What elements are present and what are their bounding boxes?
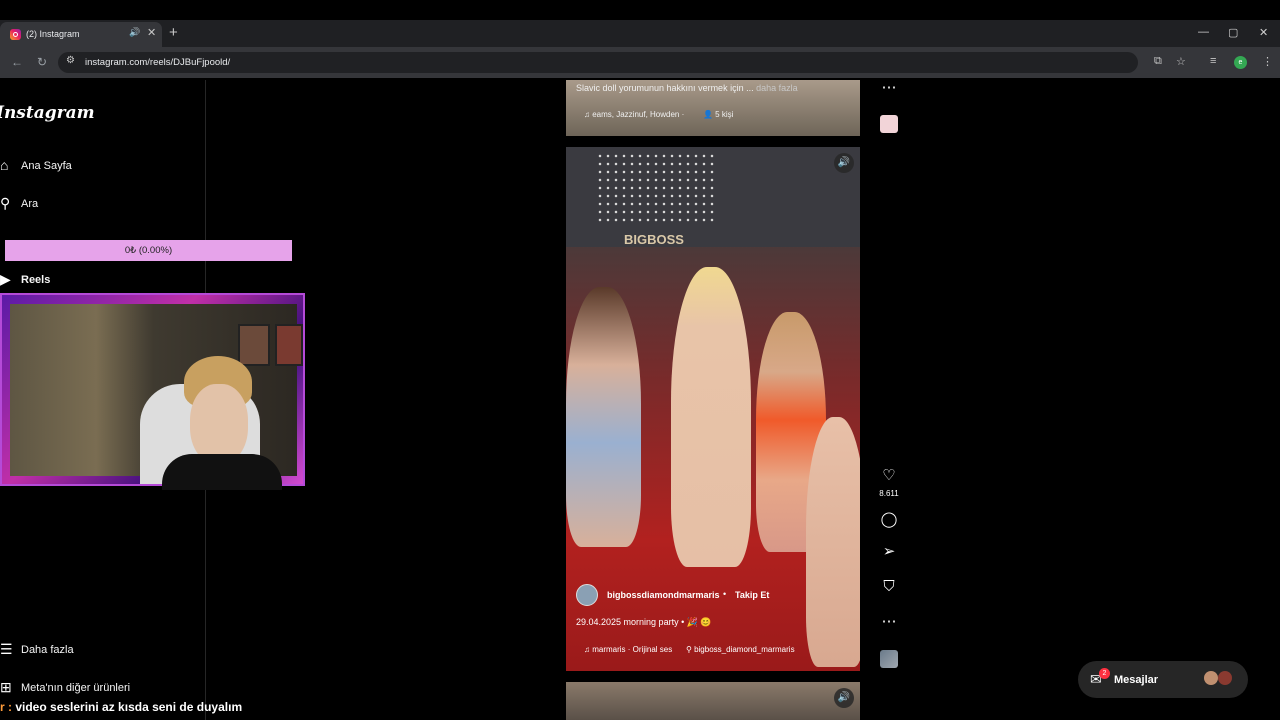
avatar	[1218, 671, 1232, 685]
next-reel-sound-icon[interactable]: 🔊	[834, 688, 854, 708]
video-figure	[806, 417, 860, 667]
tab-strip	[0, 20, 1280, 47]
messages-badge: 2	[1099, 668, 1110, 679]
video-figure	[671, 267, 751, 567]
site-info-icon[interactable]: ⚙	[66, 55, 75, 66]
comment-icon[interactable]: ◯	[879, 510, 899, 528]
wall-picture	[275, 324, 303, 366]
sidebar-item-label: Meta'nın diğer ürünleri	[21, 682, 131, 694]
sound-toggle-icon[interactable]: 🔊	[834, 153, 854, 173]
tab-close-icon[interactable]: ✕	[147, 26, 156, 39]
bookmark-icon[interactable]: ⛉	[879, 578, 899, 595]
previous-reel-caption: Slavic doll yorumunun hakkını vermek içi…	[576, 83, 798, 93]
tab-title: (2) Instagram	[26, 29, 80, 39]
streamer-body	[162, 454, 282, 490]
home-icon: ⌂	[0, 157, 9, 173]
sidebar-item-label: Ana Sayfa	[21, 160, 72, 172]
reels-icon: ▶	[0, 271, 11, 287]
chat-username: r :	[0, 700, 12, 714]
close-window-button[interactable]: ✕	[1259, 26, 1268, 39]
webcam-overlay	[0, 293, 305, 490]
video-background-boat	[566, 147, 860, 247]
tab-audio-icon[interactable]: 🔊	[129, 27, 140, 38]
chat-text: video seslerini az kısda seni de duyalım	[15, 700, 243, 714]
minimize-button[interactable]: —	[1198, 26, 1209, 38]
reel-location-link[interactable]: ⚲ bigboss_diamond_marmaris	[686, 645, 795, 654]
sidebar-item-label: Reels	[21, 274, 51, 286]
install-app-icon[interactable]: ⧉	[1154, 55, 1162, 68]
webcam-feed	[10, 304, 303, 490]
reel-caption: 29.04.2025 morning party • 🎉 😊	[576, 617, 712, 627]
reel-audio-link[interactable]: ♫ marmaris · Orijinal ses	[584, 645, 672, 654]
messages-label: Mesajlar	[1114, 674, 1159, 686]
video-light-panel	[596, 152, 716, 222]
share-icon[interactable]: ➢	[879, 542, 899, 560]
reel-author-avatar[interactable]	[576, 584, 598, 606]
video-figure	[566, 287, 641, 547]
meta-products-icon: ⊞	[0, 679, 12, 695]
maximize-button[interactable]: ▢	[1228, 26, 1238, 39]
separator-dot: •	[723, 589, 727, 599]
sidebar-item-label: Ara	[21, 198, 39, 210]
more-link[interactable]: daha fazla	[756, 83, 798, 93]
media-control-icon[interactable]: ≡	[1210, 55, 1216, 67]
screen-top-band	[0, 0, 1280, 20]
browser-menu-icon[interactable]: ⋮	[1262, 55, 1273, 68]
like-count: 8.611	[879, 489, 899, 498]
menu-icon: ☰	[0, 641, 13, 657]
more-options-icon[interactable]: ⋯	[879, 612, 899, 630]
wall-picture	[238, 324, 270, 366]
back-icon[interactable]: ←	[11, 55, 23, 69]
profile-avatar[interactable]: e	[1234, 56, 1247, 69]
url-text[interactable]: instagram.com/reels/DJBuFjpoold/	[85, 57, 230, 68]
chat-message-overlay: r : video seslerini az kısda seni de duy…	[0, 700, 242, 714]
previous-reel-people[interactable]: 👤 5 kişi	[703, 110, 733, 119]
bookmark-star-icon[interactable]: ☆	[1176, 55, 1186, 68]
new-tab-button[interactable]: +	[169, 24, 178, 41]
sidebar-item-label: Daha fazla	[21, 644, 74, 656]
streamer-face	[190, 384, 248, 464]
previous-reel-audio[interactable]: ♫ eams, Jazzinuf, Howden ·	[584, 110, 684, 119]
audio-thumbnail[interactable]	[880, 650, 898, 668]
instagram-logo[interactable]: Instagram	[0, 103, 95, 123]
avatar	[1204, 671, 1218, 685]
audio-thumbnail[interactable]	[880, 115, 898, 133]
caption-text: Slavic doll yorumunun hakkını vermek içi…	[576, 83, 754, 93]
heart-icon[interactable]: ♡	[879, 466, 899, 484]
instagram-favicon-icon	[10, 29, 21, 40]
follow-button[interactable]: Takip Et	[735, 590, 769, 600]
video-sign-text: BIGBOSS	[624, 232, 684, 247]
reel-author-username[interactable]: bigbossdiamondmarmaris	[607, 590, 720, 600]
donation-progress-bar: 0₺ (0.00%)	[5, 240, 292, 261]
reload-icon[interactable]: ↻	[37, 55, 47, 69]
next-reel-video[interactable]	[566, 682, 860, 720]
progress-text: 0₺ (0.00%)	[124, 245, 173, 256]
tab-instagram[interactable]: (2) Instagram 🔊 ✕	[0, 22, 162, 48]
more-options-icon[interactable]: ⋯	[879, 78, 899, 96]
search-icon: ⚲	[0, 195, 11, 211]
